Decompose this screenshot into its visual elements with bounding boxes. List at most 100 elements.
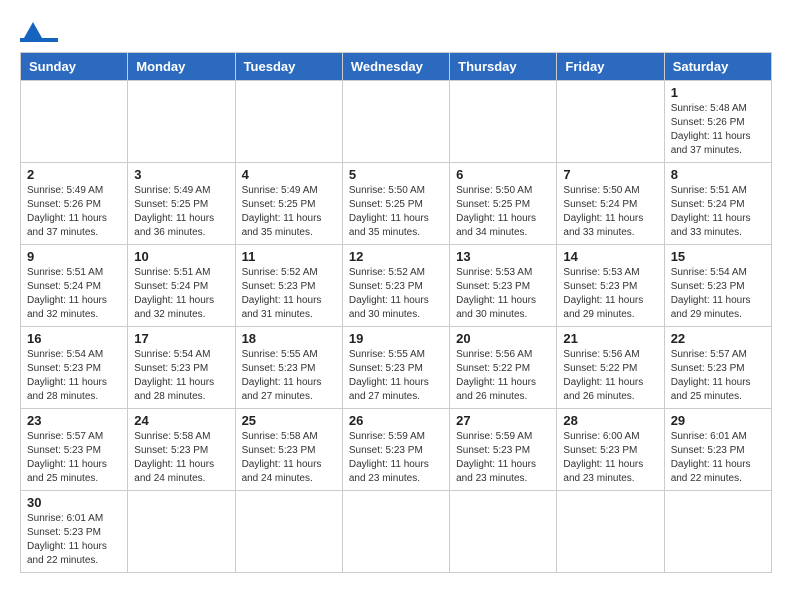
day-number: 29 (671, 413, 765, 428)
day-info: Sunrise: 5:51 AM Sunset: 5:24 PM Dayligh… (671, 184, 765, 240)
day-number: 15 (671, 249, 765, 264)
table-row: 17 Sunrise: 5:54 AM Sunset: 5:23 PM Dayli… (128, 327, 235, 409)
table-row: 24Sunrise: 5:58 AM Sunset: 5:23 PM Dayli… (128, 409, 235, 491)
day-number: 7 (563, 167, 657, 182)
day-number: 28 (563, 413, 657, 428)
day-number: 6 (456, 167, 550, 182)
day-info: Sunrise: 5:51 AM Sunset: 5:24 PM Dayligh… (134, 266, 228, 322)
day-info: Sunrise: 5:52 AM Sunset: 5:23 PM Dayligh… (349, 266, 443, 322)
day-number: 12 (349, 249, 443, 264)
day-number: 30 (27, 495, 121, 510)
day-number: 22 (671, 331, 765, 346)
calendar-table: Sunday Monday Tuesday Wednesday Thursday… (20, 52, 772, 573)
day-info: Sunrise: 5:50 AM Sunset: 5:25 PM Dayligh… (349, 184, 443, 240)
day-number: 11 (242, 249, 336, 264)
day-number: 23 (27, 413, 121, 428)
page-header (20, 20, 772, 42)
day-info: Sunrise: 5:54 AM Sunset: 5:23 PM Dayligh… (134, 348, 228, 404)
table-row: 28 Sunrise: 6:00 AM Sunset: 5:23 PM Dayli… (557, 409, 664, 491)
table-row: 25Sunrise: 5:58 AM Sunset: 5:23 PM Dayli… (235, 409, 342, 491)
table-row: 11 Sunrise: 5:52 AM Sunset: 5:23 PM Dayli… (235, 245, 342, 327)
table-row (235, 81, 342, 163)
table-row: 18 Sunrise: 5:55 AM Sunset: 5:23 PM Dayli… (235, 327, 342, 409)
calendar-week-row: 16Sunrise: 5:54 AM Sunset: 5:23 PM Dayli… (21, 327, 772, 409)
table-row: 23 Sunrise: 5:57 AM Sunset: 5:23 PM Dayli… (21, 409, 128, 491)
table-row: 30 Sunrise: 6:01 AM Sunset: 5:23 PM Dayli… (21, 491, 128, 573)
table-row: 10 Sunrise: 5:51 AM Sunset: 5:24 PM Dayli… (128, 245, 235, 327)
table-row: 8Sunrise: 5:51 AM Sunset: 5:24 PM Daylig… (664, 163, 771, 245)
day-info: Sunrise: 5:55 AM Sunset: 5:23 PM Dayligh… (242, 348, 336, 404)
table-row (21, 81, 128, 163)
table-row (128, 81, 235, 163)
table-row: 29 Sunrise: 6:01 AM Sunset: 5:23 PM Dayli… (664, 409, 771, 491)
table-row (557, 491, 664, 573)
calendar-week-row: 9 Sunrise: 5:51 AM Sunset: 5:24 PM Daylig… (21, 245, 772, 327)
day-number: 21 (563, 331, 657, 346)
day-number: 3 (134, 167, 228, 182)
table-row: 27Sunrise: 5:59 AM Sunset: 5:23 PM Dayli… (450, 409, 557, 491)
day-info: Sunrise: 5:55 AM Sunset: 5:23 PM Dayligh… (349, 348, 443, 404)
day-info: Sunrise: 5:53 AM Sunset: 5:23 PM Dayligh… (563, 266, 657, 322)
table-row: 13Sunrise: 5:53 AM Sunset: 5:23 PM Dayli… (450, 245, 557, 327)
table-row: 15 Sunrise: 5:54 AM Sunset: 5:23 PM Dayli… (664, 245, 771, 327)
day-info: Sunrise: 6:00 AM Sunset: 5:23 PM Dayligh… (563, 430, 657, 486)
day-number: 14 (563, 249, 657, 264)
day-info: Sunrise: 6:01 AM Sunset: 5:23 PM Dayligh… (671, 430, 765, 486)
table-row (128, 491, 235, 573)
day-number: 26 (349, 413, 443, 428)
day-number: 18 (242, 331, 336, 346)
col-friday: Friday (557, 53, 664, 81)
day-info: Sunrise: 5:59 AM Sunset: 5:23 PM Dayligh… (349, 430, 443, 486)
table-row (664, 491, 771, 573)
day-number: 1 (671, 85, 765, 100)
day-number: 13 (456, 249, 550, 264)
day-info: Sunrise: 5:52 AM Sunset: 5:23 PM Dayligh… (242, 266, 336, 322)
day-number: 19 (349, 331, 443, 346)
col-wednesday: Wednesday (342, 53, 449, 81)
day-number: 20 (456, 331, 550, 346)
day-info: Sunrise: 5:57 AM Sunset: 5:23 PM Dayligh… (27, 430, 121, 486)
table-row: 21 Sunrise: 5:56 AM Sunset: 5:22 PM Dayli… (557, 327, 664, 409)
table-row: 16Sunrise: 5:54 AM Sunset: 5:23 PM Dayli… (21, 327, 128, 409)
day-info: Sunrise: 6:01 AM Sunset: 5:23 PM Dayligh… (27, 512, 121, 568)
calendar-week-row: 23 Sunrise: 5:57 AM Sunset: 5:23 PM Dayli… (21, 409, 772, 491)
table-row: 26 Sunrise: 5:59 AM Sunset: 5:23 PM Dayli… (342, 409, 449, 491)
table-row: 19 Sunrise: 5:55 AM Sunset: 5:23 PM Dayli… (342, 327, 449, 409)
table-row: 12 Sunrise: 5:52 AM Sunset: 5:23 PM Dayli… (342, 245, 449, 327)
col-sunday: Sunday (21, 53, 128, 81)
day-info: Sunrise: 5:58 AM Sunset: 5:23 PM Dayligh… (242, 430, 336, 486)
table-row: 6 Sunrise: 5:50 AM Sunset: 5:25 PM Daylig… (450, 163, 557, 245)
table-row: 2Sunrise: 5:49 AM Sunset: 5:26 PM Daylig… (21, 163, 128, 245)
table-row: 22Sunrise: 5:57 AM Sunset: 5:23 PM Dayli… (664, 327, 771, 409)
day-number: 17 (134, 331, 228, 346)
calendar-header-row: Sunday Monday Tuesday Wednesday Thursday… (21, 53, 772, 81)
col-tuesday: Tuesday (235, 53, 342, 81)
table-row (342, 81, 449, 163)
day-info: Sunrise: 5:50 AM Sunset: 5:24 PM Dayligh… (563, 184, 657, 240)
table-row: 9 Sunrise: 5:51 AM Sunset: 5:24 PM Daylig… (21, 245, 128, 327)
day-number: 24 (134, 413, 228, 428)
calendar-week-row: 1 Sunrise: 5:48 AM Sunset: 5:26 PM Daylig… (21, 81, 772, 163)
table-row (450, 491, 557, 573)
day-info: Sunrise: 5:50 AM Sunset: 5:25 PM Dayligh… (456, 184, 550, 240)
table-row (342, 491, 449, 573)
day-info: Sunrise: 5:54 AM Sunset: 5:23 PM Dayligh… (671, 266, 765, 322)
table-row (450, 81, 557, 163)
col-thursday: Thursday (450, 53, 557, 81)
logo (20, 20, 110, 42)
day-info: Sunrise: 5:59 AM Sunset: 5:23 PM Dayligh… (456, 430, 550, 486)
day-info: Sunrise: 5:49 AM Sunset: 5:25 PM Dayligh… (134, 184, 228, 240)
day-info: Sunrise: 5:51 AM Sunset: 5:24 PM Dayligh… (27, 266, 121, 322)
day-info: Sunrise: 5:49 AM Sunset: 5:25 PM Dayligh… (242, 184, 336, 240)
day-info: Sunrise: 5:56 AM Sunset: 5:22 PM Dayligh… (563, 348, 657, 404)
day-info: Sunrise: 5:54 AM Sunset: 5:23 PM Dayligh… (27, 348, 121, 404)
table-row: 7 Sunrise: 5:50 AM Sunset: 5:24 PM Daylig… (557, 163, 664, 245)
col-monday: Monday (128, 53, 235, 81)
table-row: 3 Sunrise: 5:49 AM Sunset: 5:25 PM Daylig… (128, 163, 235, 245)
table-row: 1 Sunrise: 5:48 AM Sunset: 5:26 PM Daylig… (664, 81, 771, 163)
day-number: 4 (242, 167, 336, 182)
day-number: 10 (134, 249, 228, 264)
day-number: 9 (27, 249, 121, 264)
day-info: Sunrise: 5:48 AM Sunset: 5:26 PM Dayligh… (671, 102, 765, 158)
logo-bottom (20, 38, 110, 42)
